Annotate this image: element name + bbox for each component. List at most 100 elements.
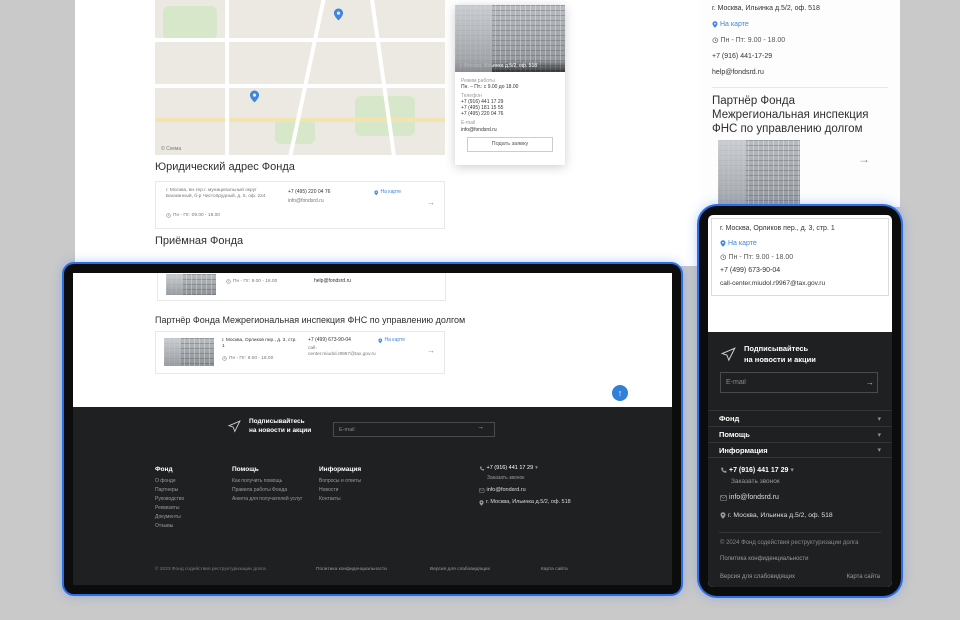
menu-item-help[interactable]: Помощь ▾ — [708, 426, 892, 442]
partner-photo — [718, 140, 800, 207]
legal-map-link[interactable]: На карте — [381, 190, 402, 196]
copyright: © 2024 Фонд содействия реструктуризации … — [720, 540, 858, 546]
footer-email-link[interactable]: info@fondsrd.ru — [479, 487, 571, 494]
envelope-icon — [479, 488, 485, 493]
sitemap-link[interactable]: Карта сайта — [541, 567, 568, 572]
footer-link[interactable]: Партнеры — [155, 486, 184, 495]
partner-phone-link[interactable]: +7 (499) 673-90-04 — [308, 338, 351, 344]
mobile-partner-card: г. Москва, Орликов пер., д. 3, стр. 1 На… — [711, 218, 889, 296]
menu-item-fond[interactable]: Фонд ▾ — [708, 410, 892, 426]
footer-link[interactable]: Анкета для получателей услуг — [232, 495, 302, 504]
mobile-office-hours: Пн - Пт: 9.00 - 18.00 — [721, 37, 786, 44]
mobile-partner-hours: Пн - Пт: 9.00 - 18.00 — [729, 254, 794, 261]
map[interactable]: © Схема — [155, 0, 445, 155]
mobile-footer: Подписывайтесь на новости и акции → Фонд… — [708, 332, 892, 587]
privacy-link[interactable]: Политика конфиденциальности — [316, 567, 387, 572]
chevron-down-icon: ▾ — [535, 465, 538, 472]
chevron-down-icon: ▾ — [877, 446, 881, 454]
mobile-partner-title: Партнёр Фонда Межрегиональная инспекция … — [712, 94, 874, 136]
map-pin-icon[interactable] — [333, 8, 344, 21]
legal-phone-link[interactable]: +7 (495) 220 04 76 — [288, 190, 330, 196]
phone-device-frame: г. Москва, Орликов пер., д. 3, стр. 1 На… — [699, 206, 901, 596]
menu-label: Фонд — [719, 414, 739, 423]
mobile-map-link[interactable]: На карте — [720, 21, 749, 28]
footer-link[interactable]: Руководство — [155, 495, 184, 504]
map-pin-icon — [374, 190, 379, 196]
clock-icon — [226, 279, 231, 284]
footer-phone-number: +7 (916) 441 17 29 — [487, 465, 534, 472]
newsletter-submit-arrow[interactable]: → — [866, 378, 874, 387]
phone-screen: г. Москва, Орликов пер., д. 3, стр. 1 На… — [708, 215, 892, 587]
footer-link[interactable]: Отзывы — [155, 522, 184, 531]
accessibility-link[interactable]: Версия для слабовидящих — [720, 574, 795, 580]
partner-email-link[interactable]: call-center.miudol.r9967@tax.gov.ru — [308, 346, 370, 358]
mobile-partner-phone-link[interactable]: +7 (499) 673-90-04 — [720, 267, 780, 274]
mobile-office-phone-link[interactable]: +7 (916) 441-17-29 — [712, 53, 772, 60]
office-info-card: г. Москва, Ильинка д.5/2, оф. 518 Режим … — [455, 5, 565, 165]
card-arrow[interactable]: → — [427, 348, 435, 354]
footer-link[interactable]: Реквизиты — [155, 504, 184, 513]
map-pin-icon[interactable] — [249, 90, 260, 103]
mobile-page-top: г. Москва, Ильинка д.5/2, оф. 518 На кар… — [700, 0, 900, 207]
footer-email-link[interactable]: info@fondsrd.ru — [720, 494, 779, 501]
tablet-device-frame: Пн - Пт: 9.00 - 18.00 help@fondsrd.ru Па… — [64, 264, 681, 594]
footer-link[interactable]: Правила работы Фонда — [232, 486, 302, 495]
footer-link[interactable]: Новости — [319, 486, 361, 495]
accessibility-link[interactable]: Версия для слабовидящих — [430, 567, 490, 572]
callback-link[interactable]: Заказать звонок — [487, 475, 571, 482]
footer-link[interactable]: Как получить помощь — [232, 477, 302, 486]
reception-title: Приёмная Фонда — [155, 235, 243, 247]
menu-item-info[interactable]: Информация ▾ — [708, 442, 892, 458]
apply-button[interactable]: Подать заявку — [467, 137, 553, 152]
newsletter-email-input[interactable] — [720, 372, 878, 393]
legal-hours: Пн - Пт: 09.00 - 18.00 — [173, 213, 220, 219]
legal-address-title: Юридический адрес Фонда — [155, 161, 295, 173]
tablet-footer: Подписывайтесь на новости и акции → Фонд… — [73, 407, 672, 585]
responsive-preview-canvas: © Схема г. Москва, Ильинка д.5/2, оф. 51… — [0, 0, 960, 620]
menu-label: Информация — [719, 446, 768, 455]
partner-arrow[interactable]: → — [858, 152, 870, 166]
email-link[interactable]: info@fondsrd.ru — [461, 127, 559, 133]
partner-photo — [164, 338, 214, 366]
legal-email-link[interactable]: info@fondsrd.ru — [288, 199, 324, 205]
mobile-partner-email-link[interactable]: call-center.miudol.r9967@tax.gov.ru — [720, 280, 825, 287]
callback-link[interactable]: Заказать звонок — [731, 478, 780, 485]
footer-phone-number: +7 (916) 441 17 29 — [729, 467, 788, 474]
footer-email-text: info@fondsrd.ru — [487, 487, 526, 494]
newsletter-email-input[interactable] — [333, 422, 495, 437]
reception-card: Пн - Пт: 9.00 - 18.00 help@fondsrd.ru — [157, 273, 446, 301]
sitemap-link[interactable]: Карта сайта — [847, 574, 880, 580]
mobile-office-email-link[interactable]: help@fondsrd.ru — [712, 69, 764, 76]
scroll-to-top-button[interactable]: ↑ — [612, 385, 628, 401]
newsletter-submit-arrow[interactable]: → — [477, 424, 484, 431]
footer-phone-link[interactable]: +7 (916) 441 17 29 ▾ — [479, 465, 571, 472]
chevron-down-icon: ▾ — [877, 431, 881, 439]
footer-link[interactable]: Контакты — [319, 495, 361, 504]
phone-icon — [479, 466, 485, 472]
divider — [712, 87, 888, 88]
phone-link[interactable]: +7 (495) 220 04 76 — [461, 111, 559, 117]
map-road — [155, 38, 445, 42]
privacy-link[interactable]: Политика конфиденциальности — [720, 556, 809, 562]
map-road — [155, 84, 445, 88]
subscribe-title-line2: на новости и акции — [249, 427, 311, 434]
footer-address: г. Москва, Ильинка д.5/2, оф. 518 — [479, 499, 571, 506]
map-pin-icon — [378, 338, 383, 344]
footer-link[interactable]: Документы — [155, 513, 184, 522]
card-arrow[interactable]: → — [427, 200, 435, 206]
reception-photo — [166, 274, 216, 295]
office-photo-address: г. Москва, Ильинка д.5/2, оф. 518 — [455, 60, 565, 72]
map-park — [163, 6, 217, 40]
partner-address: г. Москва, Орликов пер., д. 3, стр. 1 — [222, 338, 300, 350]
footer-link[interactable]: Вопросы и ответы — [319, 477, 361, 486]
mobile-partner-map-link[interactable]: На карте — [728, 240, 757, 247]
reception-email-link[interactable]: help@fondsrd.ru — [314, 279, 351, 285]
mobile-partner-address: г. Москва, Орликов пер., д. 3, стр. 1 — [720, 225, 835, 232]
clock-icon — [712, 37, 719, 44]
map-road — [225, 0, 229, 155]
footer-link[interactable]: О фонде — [155, 477, 184, 486]
divider — [719, 532, 881, 533]
partner-map-link[interactable]: На карте — [385, 338, 406, 344]
chevron-down-icon: ▾ — [877, 415, 881, 423]
footer-phone-link[interactable]: +7 (916) 441 17 29 ▾ — [720, 466, 794, 474]
